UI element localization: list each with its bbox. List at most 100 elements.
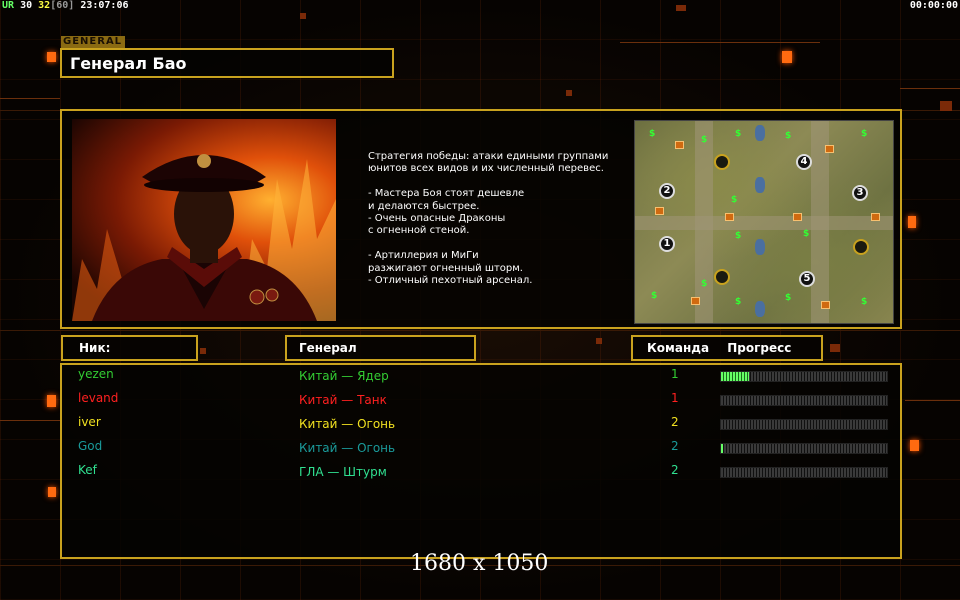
- deco-square: [300, 13, 306, 19]
- map-road: [635, 216, 893, 230]
- start-position-2[interactable]: 2: [659, 183, 675, 199]
- team-column-header: Команда: [647, 341, 710, 355]
- progress-fill: [721, 372, 750, 381]
- start-position-3[interactable]: 3: [852, 185, 868, 201]
- oil-derrick-icon: $: [735, 231, 742, 241]
- strategy-line: - Артиллерия и МиГи: [368, 250, 479, 262]
- player-general: Китай — Огонь: [299, 441, 396, 455]
- map-water: [755, 239, 765, 255]
- deco-square: [676, 5, 686, 11]
- strategy-line: [368, 238, 618, 250]
- strategy-line: с огненной стеной.: [368, 225, 470, 237]
- map-structure: [691, 297, 700, 305]
- map-water: [755, 177, 765, 193]
- deco-square: [782, 51, 792, 63]
- oil-derrick-icon: $: [803, 229, 810, 239]
- map-structure: [821, 301, 830, 309]
- deco-square: [596, 338, 602, 344]
- player-general: Китай — Танк: [299, 393, 387, 407]
- strategy-line: юнитов всех видов и их численный перевес…: [368, 163, 604, 175]
- general-info-panel: Стратегия победы: атаки едиными группами…: [60, 109, 902, 329]
- loading-progress-bar: [720, 467, 888, 478]
- progress-column-header: Прогресс: [727, 341, 792, 355]
- progress-fill: [721, 444, 723, 453]
- deco-square: [200, 348, 206, 354]
- strategy-line: - Мастера Боя стоят дешевле: [368, 188, 525, 200]
- player-general: ГЛА — Штурм: [299, 465, 387, 479]
- deco-line: [0, 330, 960, 331]
- player-nick: God: [78, 439, 103, 453]
- strategy-description: Стратегия победы: атаки едиными группами…: [368, 151, 618, 287]
- player-general: Китай — Ядер: [299, 369, 389, 383]
- map-water: [755, 125, 765, 141]
- loading-progress-bar: [720, 395, 888, 406]
- deco-square: [47, 52, 56, 62]
- oil-derrick-icon: $: [731, 195, 738, 205]
- player-nick: Kef: [78, 463, 97, 477]
- player-row[interactable]: levand Китай — Танк 1: [62, 391, 900, 415]
- start-position-1[interactable]: 1: [659, 236, 675, 252]
- oil-derrick-icon: $: [701, 135, 708, 145]
- map-structure: [675, 141, 684, 149]
- fps-max-value: [60]: [50, 0, 75, 11]
- general-portrait: [72, 119, 336, 321]
- deco-line: [0, 420, 60, 421]
- game-timer: 00:00:00: [909, 0, 958, 11]
- map-structure: [725, 213, 734, 221]
- deco-square: [908, 216, 916, 228]
- oil-derrick-icon: $: [861, 297, 868, 307]
- map-base-slot: [714, 269, 730, 285]
- strategy-line: и делаются быстрее.: [368, 200, 480, 212]
- clock: 23:07:06: [80, 0, 129, 11]
- start-position-4[interactable]: 4: [796, 154, 812, 170]
- team-progress-header: Команда Прогресс: [631, 335, 823, 361]
- player-team: 2: [671, 439, 679, 453]
- strategy-line: разжигают огненный шторм.: [368, 262, 523, 274]
- deco-line: [620, 42, 820, 43]
- nick-column-header: Ник:: [61, 335, 198, 361]
- deco-square: [940, 101, 952, 111]
- oil-derrick-icon: $: [861, 129, 868, 139]
- general-column-header: Генерал: [285, 335, 476, 361]
- loading-progress-bar: [720, 371, 888, 382]
- resolution-watermark: 1680 x 1050: [410, 551, 549, 576]
- general-tag: GENERAL: [61, 36, 125, 48]
- player-row[interactable]: yezen Китай — Ядер 1: [62, 367, 900, 391]
- general-title-box: Генерал Бао: [60, 48, 394, 78]
- oil-derrick-icon: $: [651, 291, 658, 301]
- player-general: Китай — Огонь: [299, 417, 396, 431]
- player-row[interactable]: God Китай — Огонь 2: [62, 439, 900, 463]
- region-tag: UR: [2, 0, 15, 11]
- deco-line: [0, 98, 60, 99]
- player-team: 1: [671, 391, 679, 405]
- deco-square: [47, 395, 56, 407]
- minimap[interactable]: 4 2 3 1 5 $ $ $ $ $ $ $ $ $ $ $ $ $: [634, 120, 894, 324]
- deco-square: [48, 487, 56, 497]
- map-structure: [871, 213, 880, 221]
- oil-derrick-icon: $: [785, 293, 792, 303]
- player-row[interactable]: Kef ГЛА — Штурм 2: [62, 463, 900, 487]
- start-position-5[interactable]: 5: [799, 271, 815, 287]
- strategy-line: [368, 176, 618, 188]
- map-structure: [655, 207, 664, 215]
- players-panel: yezen Китай — Ядер 1 levand Китай — Танк…: [60, 363, 902, 559]
- status-bar-left: UR 30 32[60] 23:07:06: [2, 0, 129, 11]
- oil-derrick-icon: $: [649, 129, 656, 139]
- general-name: Генерал Бао: [70, 54, 187, 73]
- fps-cap-value: 32: [38, 0, 51, 11]
- strategy-line: - Отличный пехотный арсенал.: [368, 275, 533, 287]
- player-team: 1: [671, 367, 679, 381]
- fps-value: 30: [20, 0, 33, 11]
- oil-derrick-icon: $: [701, 279, 708, 289]
- map-structure: [793, 213, 802, 221]
- player-team: 2: [671, 415, 679, 429]
- player-nick: yezen: [78, 367, 114, 381]
- loading-progress-bar: [720, 419, 888, 430]
- map-structure: [825, 145, 834, 153]
- player-row[interactable]: iver Китай — Огонь 2: [62, 415, 900, 439]
- deco-square: [830, 344, 840, 352]
- loading-progress-bar: [720, 443, 888, 454]
- map-water: [755, 301, 765, 317]
- strategy-line: - Очень опасные Драконы: [368, 213, 506, 225]
- player-team: 2: [671, 463, 679, 477]
